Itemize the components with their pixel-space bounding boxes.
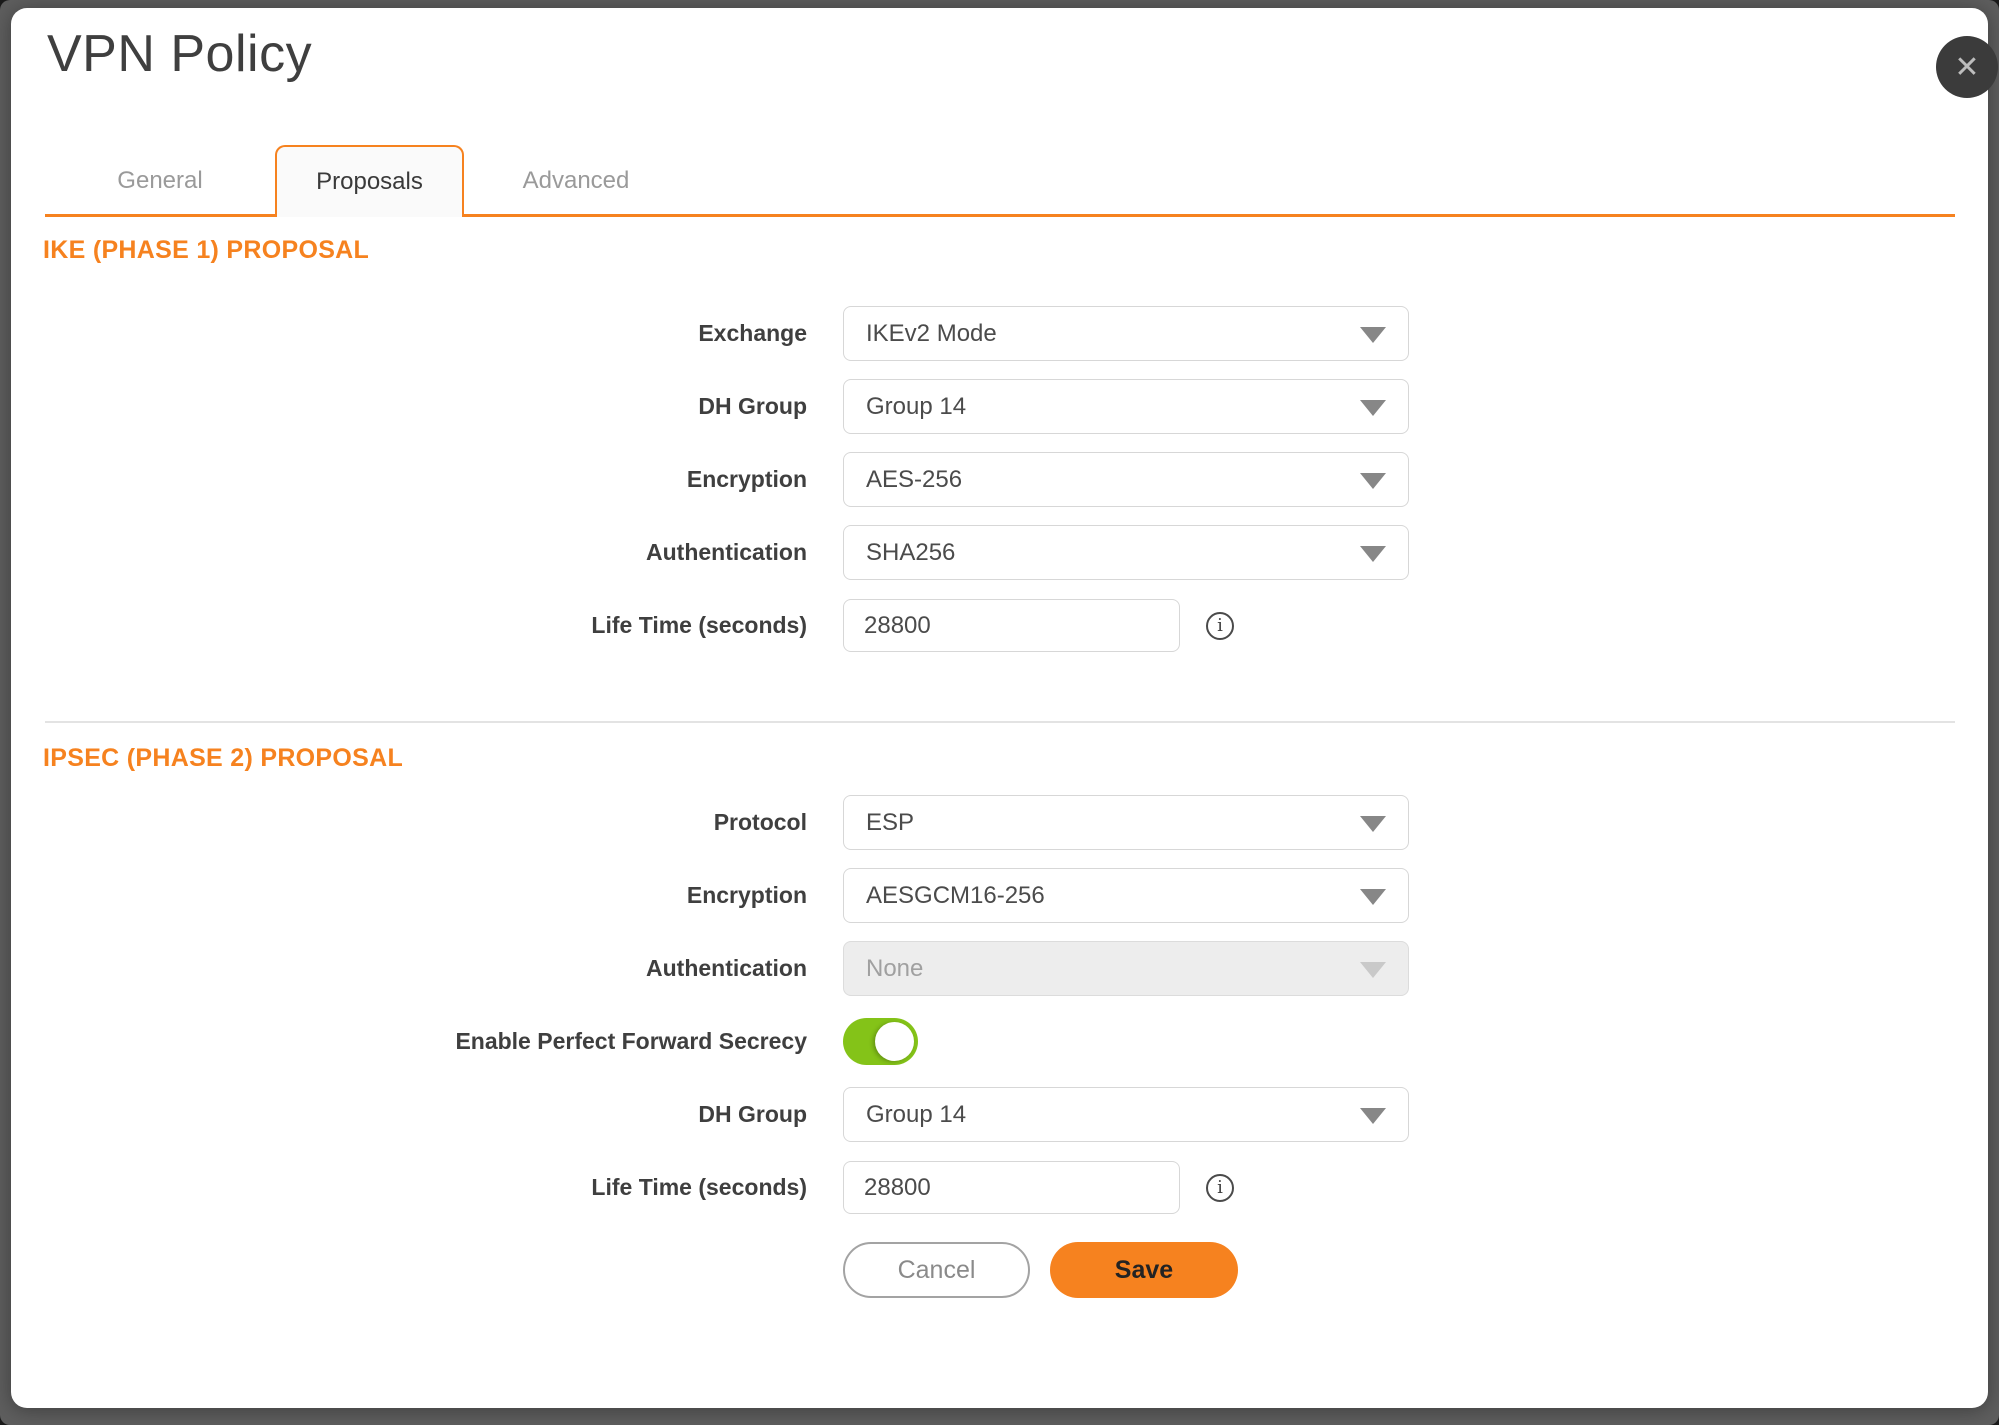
authentication-select[interactable]: SHA256 (843, 525, 1409, 580)
dh-group-p2-value: Group 14 (866, 1101, 966, 1129)
encryption-p2-value: AESGCM16-256 (866, 882, 1045, 910)
life-time-label: Life Time (seconds) (11, 612, 807, 639)
form-row-life-time-p2: Life Time (seconds) i (11, 1160, 1988, 1215)
protocol-label: Protocol (11, 809, 807, 836)
encryption-p2-label: Encryption (11, 882, 807, 909)
protocol-select[interactable]: ESP (843, 795, 1409, 850)
exchange-value: IKEv2 Mode (866, 320, 997, 348)
encryption-label: Encryption (11, 466, 807, 493)
chevron-down-icon (1360, 546, 1386, 562)
form-row-protocol: Protocol ESP (11, 795, 1988, 850)
section-header-ike-phase1: IKE (PHASE 1) PROPOSAL (43, 236, 369, 265)
chevron-down-icon (1360, 962, 1386, 978)
life-time-input[interactable] (843, 599, 1180, 652)
form-row-encryption: Encryption AES-256 (11, 452, 1988, 507)
close-button[interactable]: ✕ (1936, 36, 1998, 98)
tab-advanced[interactable]: Advanced (464, 145, 688, 217)
chevron-down-icon (1360, 1108, 1386, 1124)
section-header-ipsec-phase2: IPSEC (PHASE 2) PROPOSAL (43, 744, 403, 773)
toggle-knob (875, 1022, 914, 1061)
dh-group-select[interactable]: Group 14 (843, 379, 1409, 434)
protocol-value: ESP (866, 809, 914, 837)
save-button[interactable]: Save (1050, 1242, 1238, 1298)
chevron-down-icon (1360, 400, 1386, 416)
tab-bar: General Proposals Advanced (45, 145, 1955, 217)
life-time-p2-label: Life Time (seconds) (11, 1174, 807, 1201)
form-row-authentication: Authentication SHA256 (11, 525, 1988, 580)
chevron-down-icon (1360, 889, 1386, 905)
form-row-authentication-p2: Authentication None (11, 941, 1988, 996)
chevron-down-icon (1360, 327, 1386, 343)
authentication-p2-label: Authentication (11, 955, 807, 982)
authentication-value: SHA256 (866, 539, 955, 567)
dh-group-p2-label: DH Group (11, 1101, 807, 1128)
info-icon[interactable]: i (1206, 612, 1234, 640)
exchange-label: Exchange (11, 320, 807, 347)
ipsec-phase2-form: Protocol ESP Encryption AESGCM16-256 (11, 795, 1988, 1233)
tab-general[interactable]: General (45, 145, 275, 217)
chevron-down-icon (1360, 473, 1386, 489)
dh-group-p2-select[interactable]: Group 14 (843, 1087, 1409, 1142)
cancel-button[interactable]: Cancel (843, 1242, 1030, 1298)
authentication-p2-select-disabled: None (843, 941, 1409, 996)
info-icon[interactable]: i (1206, 1174, 1234, 1202)
encryption-select[interactable]: AES-256 (843, 452, 1409, 507)
page-title: VPN Policy (47, 24, 312, 84)
close-icon: ✕ (1954, 50, 1979, 85)
vpn-policy-dialog: VPN Policy General Proposals Advanced IK… (11, 8, 1988, 1408)
authentication-label: Authentication (11, 539, 807, 566)
form-row-pfs: Enable Perfect Forward Secrecy (11, 1014, 1988, 1069)
exchange-select[interactable]: IKEv2 Mode (843, 306, 1409, 361)
form-row-encryption-p2: Encryption AESGCM16-256 (11, 868, 1988, 923)
modal-backdrop: VPN Policy General Proposals Advanced IK… (0, 0, 1999, 1425)
dh-group-label: DH Group (11, 393, 807, 420)
form-row-dh-group: DH Group Group 14 (11, 379, 1988, 434)
life-time-p2-input[interactable] (843, 1161, 1180, 1214)
form-row-exchange: Exchange IKEv2 Mode (11, 306, 1988, 361)
authentication-p2-value: None (866, 955, 923, 983)
ike-phase1-form: Exchange IKEv2 Mode DH Group Group 14 (11, 306, 1988, 671)
encryption-p2-select[interactable]: AESGCM16-256 (843, 868, 1409, 923)
form-row-life-time: Life Time (seconds) i (11, 598, 1988, 653)
dh-group-value: Group 14 (866, 393, 966, 421)
pfs-toggle[interactable] (843, 1018, 918, 1065)
chevron-down-icon (1360, 816, 1386, 832)
encryption-value: AES-256 (866, 466, 962, 494)
pfs-label: Enable Perfect Forward Secrecy (11, 1028, 807, 1055)
form-row-dh-group-p2: DH Group Group 14 (11, 1087, 1988, 1142)
section-divider (45, 721, 1955, 723)
tab-proposals[interactable]: Proposals (275, 145, 464, 217)
